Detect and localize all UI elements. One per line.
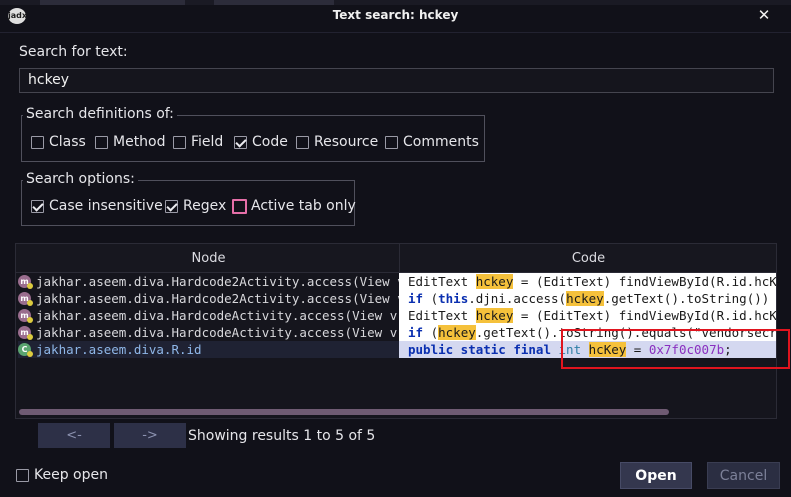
results-header: Node Code (16, 244, 776, 273)
method-icon: m (18, 326, 33, 340)
regex-checkbox-label: Regex (183, 198, 227, 214)
background-tab (214, 0, 334, 5)
code-snippet: EditText hckey = (EditText) findViewById… (408, 308, 777, 323)
field-checkbox-label: Field (191, 134, 224, 150)
column-header-code[interactable]: Code (399, 251, 776, 266)
resource-checkbox-label: Resource (314, 134, 379, 150)
comments-checkbox-label: Comments (403, 134, 479, 150)
method-icon: m (18, 275, 33, 289)
result-row-code[interactable]: EditText hckey = (EditText) findViewById… (399, 307, 777, 324)
search-label: Search for text: (19, 44, 128, 60)
method-icon: m (18, 309, 33, 323)
next-page-button[interactable]: -> (114, 423, 186, 448)
code-snippet: EditText hckey = (EditText) findViewById… (408, 274, 777, 289)
result-row-node[interactable]: m jakhar.aseem.diva.Hardcode2Activity.ac… (18, 273, 399, 290)
code-snippet: if (this.djni.access(hckey.getText().toS… (408, 291, 776, 306)
result-row-node[interactable]: m jakhar.aseem.diva.HardcodeActivity.acc… (18, 324, 399, 341)
code-checkbox-label: Code (252, 134, 288, 150)
node-label: jakhar.aseem.diva.Hardcode2Activity.acce… (36, 291, 399, 306)
result-row-node[interactable]: m jakhar.aseem.diva.Hardcode2Activity.ac… (18, 290, 399, 307)
node-label: jakhar.aseem.diva.HardcodeActivity.acces… (36, 325, 399, 340)
class-checkbox[interactable] (31, 136, 44, 149)
column-header-node[interactable]: Node (16, 251, 401, 266)
results-status: Showing results 1 to 5 of 5 (188, 428, 376, 444)
method-icon: m (18, 292, 33, 306)
active-tab-only-checkbox[interactable] (232, 199, 247, 214)
background-tab-strip (0, 0, 791, 5)
code-checkbox[interactable] (234, 136, 247, 149)
node-label: jakhar.aseem.diva.R.id (36, 342, 202, 357)
background-tab (40, 0, 185, 5)
resource-checkbox[interactable] (296, 136, 309, 149)
keep-open-label: Keep open (34, 467, 108, 483)
method-checkbox[interactable] (95, 136, 108, 149)
horizontal-scrollbar[interactable] (19, 409, 669, 415)
result-row-node[interactable]: m jakhar.aseem.diva.HardcodeActivity.acc… (18, 307, 399, 324)
search-options-label: Search options: (23, 171, 138, 187)
method-checkbox-label: Method (113, 134, 166, 150)
previous-page-button[interactable]: <- (38, 423, 110, 448)
search-definitions-label: Search definitions of: (23, 106, 177, 122)
field-checkbox[interactable] (173, 136, 186, 149)
title-bar: jadx Text search: hckey ✕ (0, 0, 791, 33)
comments-checkbox[interactable] (385, 136, 398, 149)
close-icon[interactable]: ✕ (753, 4, 775, 26)
annotation-highlight-box (561, 329, 790, 369)
search-input[interactable]: hckey (19, 68, 774, 93)
open-button[interactable]: Open (620, 462, 692, 489)
node-label: jakhar.aseem.diva.HardcodeActivity.acces… (36, 308, 399, 323)
node-label: jakhar.aseem.diva.Hardcode2Activity.acce… (36, 274, 399, 289)
case-insensitive-checkbox[interactable] (31, 200, 44, 213)
cancel-button[interactable]: Cancel (707, 462, 780, 489)
active-tab-only-checkbox-label: Active tab only (251, 198, 356, 214)
keep-open-checkbox[interactable] (16, 469, 29, 482)
window-title: Text search: hckey (332, 8, 459, 22)
result-row-code[interactable]: if (this.djni.access(hckey.getText().toS… (399, 290, 776, 307)
result-row-code[interactable]: EditText hckey = (EditText) findViewById… (399, 273, 777, 290)
class-checkbox-label: Class (49, 134, 86, 150)
regex-checkbox[interactable] (165, 200, 178, 213)
class-icon: C (18, 343, 33, 357)
case-insensitive-checkbox-label: Case insensitive (49, 198, 163, 214)
